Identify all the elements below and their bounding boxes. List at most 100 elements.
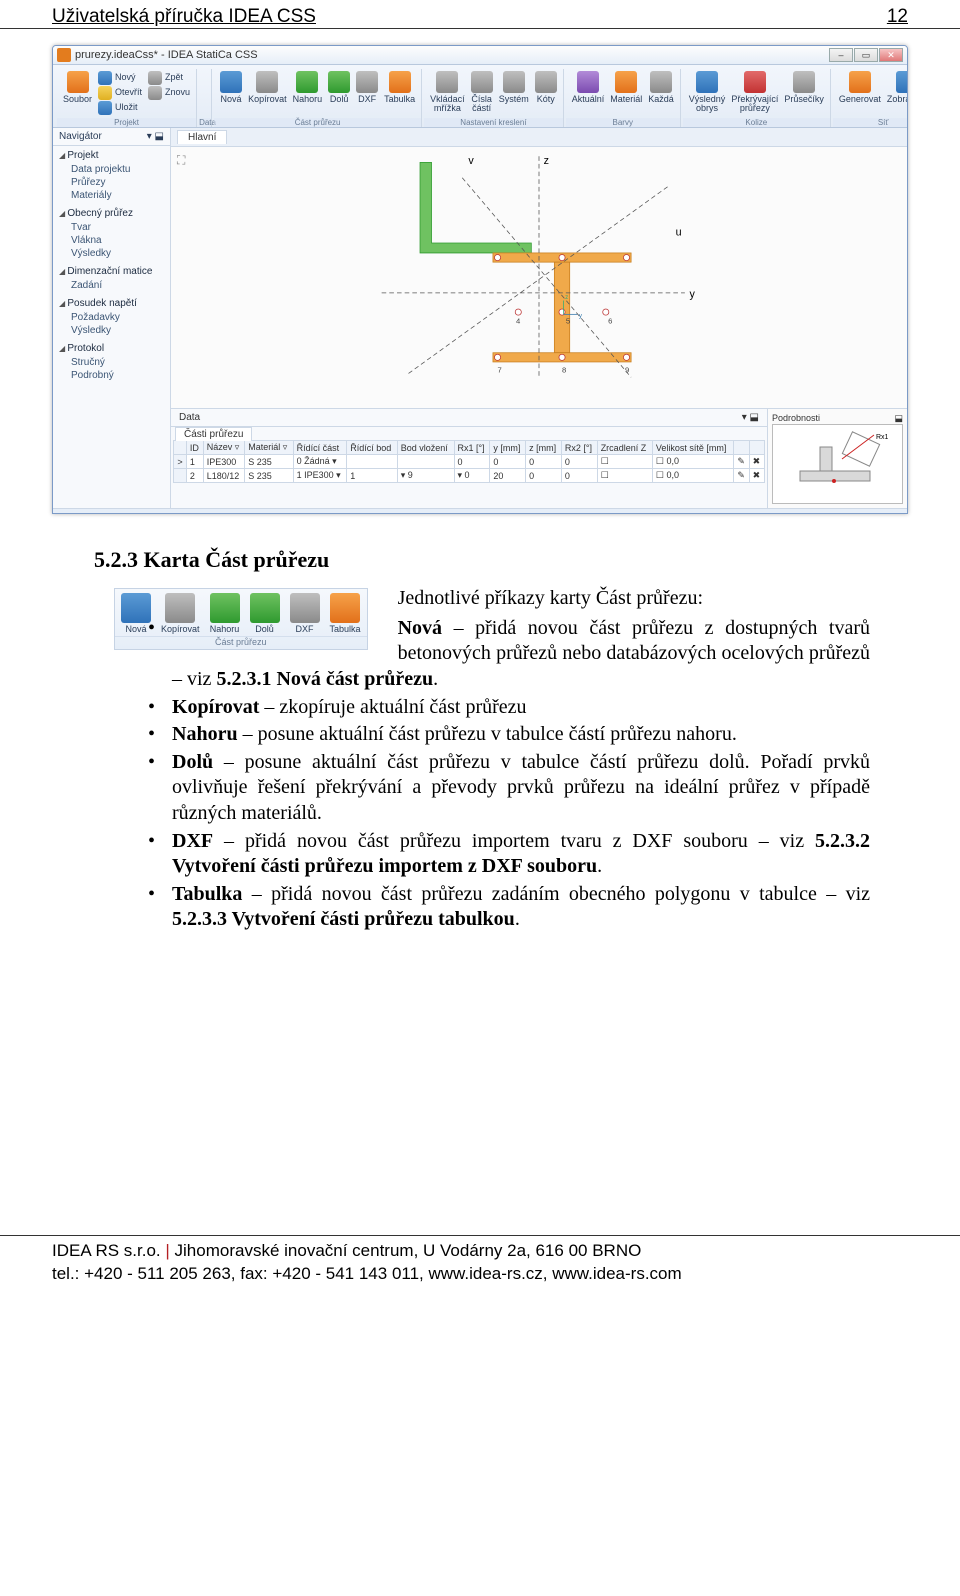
ribbon-item-každá[interactable]: Každá (648, 71, 674, 104)
table-col-header[interactable]: Zrcadlení Z (597, 441, 652, 455)
section-heading: 5.2.3 Karta Část průřezu (94, 546, 870, 574)
ribbon-item-nový[interactable]: Nový (98, 71, 142, 85)
table-col-header[interactable]: ID (186, 441, 203, 455)
čísla částí-icon (471, 71, 493, 93)
karta-item-nová: Nová (121, 593, 151, 634)
nav-group-dimenzační matice[interactable]: Dimenzační matice (57, 264, 166, 279)
průsečíky-icon (793, 71, 815, 93)
table-col-header[interactable]: Název ▿ (203, 441, 245, 455)
table-col-header[interactable]: Materiál ▿ (245, 441, 293, 455)
nav-item[interactable]: Stručný (57, 356, 166, 369)
nav-item[interactable]: Podrobný (57, 369, 166, 382)
vkládací mřížka-icon (436, 71, 458, 93)
překrývající průřezy-icon (744, 71, 766, 93)
cross-ref: 5.2.3.1 Nová část průřezu (216, 668, 433, 690)
detail-pin-icon[interactable]: ⬓ (894, 413, 903, 424)
ribbon: SouborNovýOtevřítUložitZpětZnovuProjektD… (53, 65, 907, 128)
bullet-list: Nová – přidá novou část průřezu z dostup… (148, 616, 870, 933)
svg-text:4: 4 (516, 317, 521, 326)
nav-item[interactable]: Vlákna (57, 234, 166, 247)
table-col-header[interactable]: Rx1 [°] (454, 441, 490, 455)
table-col-header[interactable]: z [mm] (526, 441, 562, 455)
nav-group-posudek napětí[interactable]: Posudek napětí (57, 296, 166, 311)
dolů-icon (328, 71, 350, 93)
nav-item[interactable]: Data projektu (57, 163, 166, 176)
close-button[interactable]: ✕ (879, 48, 903, 62)
ribbon-item-nová[interactable]: Nová (220, 71, 242, 104)
svg-text:6: 6 (608, 317, 612, 326)
nav-group-obecný průřez[interactable]: Obecný průřez (57, 206, 166, 221)
nav-group-projekt[interactable]: Projekt (57, 148, 166, 163)
ribbon-item-materiál[interactable]: Materiál (610, 71, 642, 104)
table-col-header[interactable]: Bod vložení (397, 441, 454, 455)
nav-item[interactable]: Materiály (57, 189, 166, 202)
table-col-header[interactable]: Řídící část (293, 441, 347, 455)
table-col-header[interactable] (734, 441, 749, 455)
nav-item[interactable]: Průřezy (57, 176, 166, 189)
app-window: prurezy.ideaCss* - IDEA StatiCa CSS – ▭ … (52, 45, 908, 514)
canvas-tab-main[interactable]: Hlavní (177, 130, 227, 144)
data-pane-pin-icon[interactable]: ▾ ⬓ (742, 412, 759, 423)
ribbon-item-překrývající průřezy[interactable]: Překrývající průřezy (731, 71, 778, 114)
canvas[interactable]: ⛶ (171, 147, 907, 408)
ribbon-item-aktuální[interactable]: Aktuální (572, 71, 605, 104)
ribbon-item-znovu[interactable]: Znovu (148, 86, 190, 100)
ribbon-item-výsledný obrys[interactable]: Výsledný obrys (689, 71, 726, 114)
parts-table[interactable]: IDNázev ▿Materiál ▿Řídící částŘídící bod… (173, 440, 765, 483)
ribbon-item-otevřít[interactable]: Otevřít (98, 86, 142, 100)
svg-text:8: 8 (562, 366, 566, 375)
table-col-header[interactable]: Velikost sítě [mm] (652, 441, 733, 455)
nav-item[interactable]: Tvar (57, 221, 166, 234)
table-col-header[interactable]: y [mm] (490, 441, 526, 455)
doc-content: 5.2.3 Karta Část průřezu NováKopírovatNa… (0, 530, 960, 935)
table-col-header[interactable]: Rx2 [°] (561, 441, 597, 455)
maximize-button[interactable]: ▭ (854, 48, 878, 62)
ribbon-item-uložit[interactable]: Uložit (98, 101, 142, 115)
statusbar (53, 508, 907, 513)
ribbon-item-dxf[interactable]: DXF (356, 71, 378, 104)
ribbon-item-tabulka[interactable]: Tabulka (384, 71, 415, 104)
footer-sep-icon: | (161, 1241, 175, 1260)
svg-text:Rx1: Rx1 (876, 434, 888, 441)
ribbon-item-systém[interactable]: Systém (499, 71, 529, 104)
nová-icon (220, 71, 242, 93)
cross-ref: 5.2.3.3 Vytvoření části průřezu tabulkou (172, 908, 515, 930)
ribbon-item-nahoru[interactable]: Nahoru (293, 71, 323, 104)
svg-text:9: 9 (625, 366, 629, 375)
navigator-pin-icon[interactable]: ▾ ⬓ (147, 131, 164, 142)
ribbon-item-kóty[interactable]: Kóty (535, 71, 557, 104)
header-page-number: 12 (887, 6, 908, 28)
navigator-title: Navigátor (59, 131, 102, 142)
table-col-header[interactable]: Řídící bod (347, 441, 397, 455)
ribbon-item-čísla částí[interactable]: Čísla částí (471, 71, 493, 114)
nav-item[interactable]: Výsledky (57, 324, 166, 337)
nav-item[interactable]: Zadání (57, 279, 166, 292)
ribbon-item-dolů[interactable]: Dolů (328, 71, 350, 104)
nav-item[interactable]: Výsledky (57, 247, 166, 260)
data-tab-parts[interactable]: Části průřezu (175, 427, 252, 441)
ribbon-group-label: Projekt (57, 118, 196, 127)
table-row[interactable]: >1IPE300S 2350 Žádná ▾0000☐☐ 0,0✎✖ (174, 455, 765, 469)
ribbon-group-label: Barvy (566, 118, 680, 127)
ribbon-item-generovat[interactable]: Generovat (839, 71, 881, 104)
svg-text:y: y (579, 312, 583, 319)
nav-group-protokol[interactable]: Protokol (57, 341, 166, 356)
ribbon-item-soubor[interactable]: Soubor (63, 71, 92, 104)
list-item: Nahoru – posune aktuální část průřezu v … (148, 722, 870, 748)
ribbon-group-label: Data (199, 118, 211, 127)
data-pane-title: Data (179, 412, 200, 423)
minimize-button[interactable]: – (829, 48, 853, 62)
ribbon-item-zpět[interactable]: Zpět (148, 71, 190, 85)
svg-text:v: v (468, 155, 474, 167)
ribbon-item-průsečíky[interactable]: Průsečíky (784, 71, 824, 104)
table-col-header[interactable] (749, 441, 764, 455)
table-col-header[interactable] (174, 441, 187, 455)
nahoru-icon (296, 71, 318, 93)
ribbon-item-kopírovat[interactable]: Kopírovat (248, 71, 287, 104)
nav-item[interactable]: Požadavky (57, 311, 166, 324)
table-row[interactable]: 2L180/12S 2351 IPE300 ▾1▾ 9▾ 02000☐☐ 0,0… (174, 469, 765, 483)
ribbon-item-zobrazení[interactable]: Zobrazení (887, 71, 908, 104)
ribbon-item-vkládací mřížka[interactable]: Vkládací mřížka (430, 71, 465, 114)
zoom-extents-icon[interactable]: ⛶ (177, 153, 185, 168)
page-footer: IDEA RS s.r.o. | Jihomoravské inovační c… (0, 1235, 960, 1296)
